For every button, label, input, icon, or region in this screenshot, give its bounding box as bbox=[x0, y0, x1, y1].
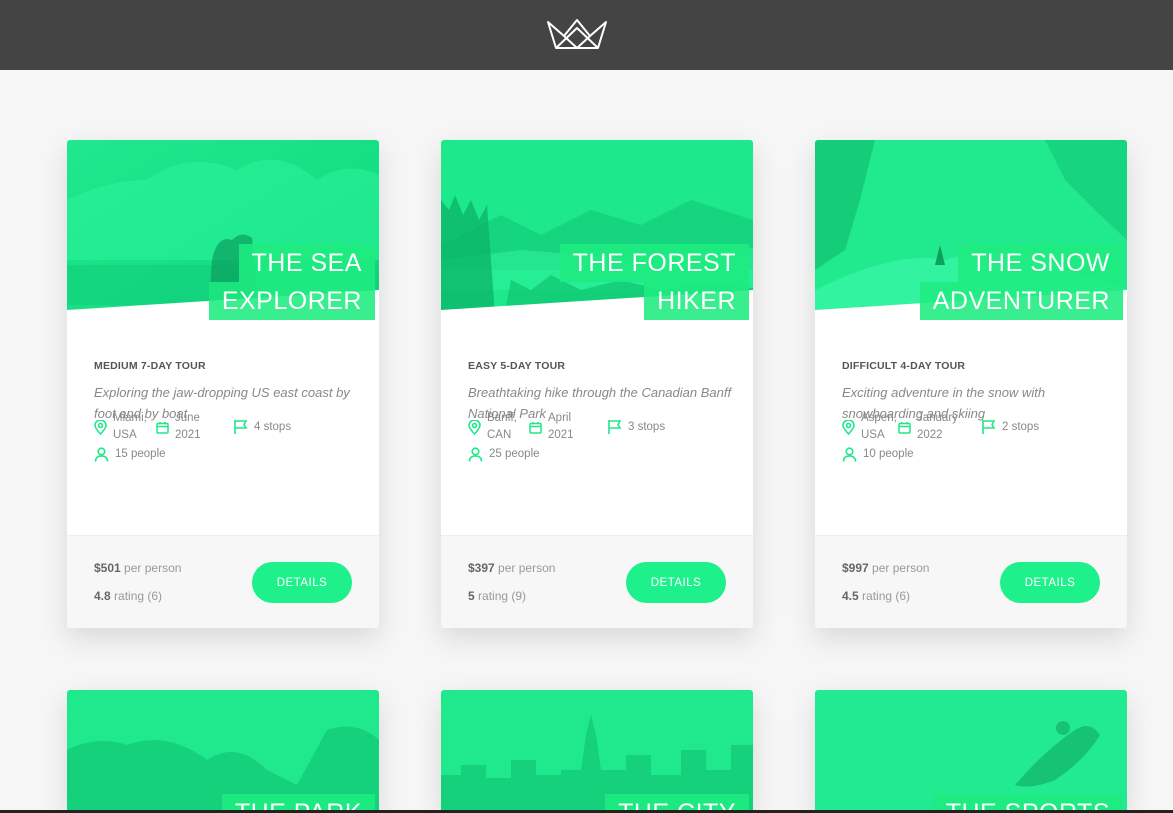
people-info: 15 people bbox=[94, 446, 166, 463]
group-size: 25 people bbox=[489, 448, 540, 460]
location-country: USA bbox=[113, 429, 137, 441]
map-pin-icon bbox=[468, 419, 481, 435]
card-details: DIFFICULT 4-DAY TOUR Exciting adventure … bbox=[815, 330, 1127, 535]
tour-image: THE SEA EXPLORER bbox=[67, 140, 379, 330]
rating: 4.5 rating (6) bbox=[842, 589, 910, 603]
tour-image: THE FOREST HIKER bbox=[441, 140, 753, 330]
date-year: 2022 bbox=[917, 429, 943, 441]
details-button[interactable]: DETAILS bbox=[1000, 562, 1100, 603]
user-icon bbox=[842, 447, 857, 462]
tour-difficulty-duration: EASY 5-DAY TOUR bbox=[468, 360, 566, 372]
rating-value: 4.5 bbox=[842, 589, 859, 603]
people-info: 10 people bbox=[842, 446, 914, 463]
card-details: EASY 5-DAY TOUR Breathtaking hike throug… bbox=[441, 330, 753, 535]
location-city: Banff, bbox=[487, 412, 517, 424]
date-info: January 2022 bbox=[898, 410, 958, 444]
tour-difficulty-duration: MEDIUM 7-DAY TOUR bbox=[94, 360, 206, 372]
tour-image: THE SPORTS bbox=[815, 690, 1127, 813]
tour-title-line2: EXPLORER bbox=[208, 282, 375, 320]
top-header bbox=[0, 0, 1173, 70]
calendar-icon bbox=[898, 421, 911, 434]
price-unit: per person bbox=[124, 561, 182, 575]
tour-title: THE FOREST HIKER bbox=[559, 244, 749, 320]
tour-card-sports: THE SPORTS bbox=[815, 690, 1127, 813]
flag-icon bbox=[982, 420, 996, 434]
stops-info: 4 stops bbox=[233, 410, 291, 444]
date-info: April 2021 bbox=[529, 410, 574, 444]
crown-logo-icon[interactable] bbox=[546, 18, 608, 52]
tour-title: THE SNOW ADVENTURER bbox=[919, 244, 1123, 320]
flag-icon bbox=[608, 420, 622, 434]
stops-count: 3 stops bbox=[628, 420, 666, 433]
rating: 5 rating (9) bbox=[468, 589, 526, 603]
stops-info: 3 stops bbox=[607, 410, 665, 444]
location-info: Miami, USA bbox=[94, 410, 147, 444]
stops-count: 2 stops bbox=[1002, 420, 1040, 433]
tour-image: THE CITY bbox=[441, 690, 753, 813]
price: $997 per person bbox=[842, 561, 929, 575]
details-button[interactable]: DETAILS bbox=[252, 562, 352, 603]
date-info: June 2021 bbox=[156, 410, 201, 444]
location-info: Aspen, USA bbox=[842, 410, 897, 444]
tour-card-park: THE PARK bbox=[67, 690, 379, 813]
rating: 4.8 rating (6) bbox=[94, 589, 162, 603]
tour-image: THE SNOW ADVENTURER bbox=[815, 140, 1127, 330]
date-month: June bbox=[175, 412, 200, 424]
card-footer: $397 per person 5 rating (9) DETAILS bbox=[441, 535, 753, 628]
map-pin-icon bbox=[94, 419, 107, 435]
rating-value: 5 bbox=[468, 589, 475, 603]
price-unit: per person bbox=[498, 561, 556, 575]
calendar-icon bbox=[156, 421, 169, 434]
date-month: January bbox=[917, 412, 958, 424]
tour-title-line2: HIKER bbox=[644, 282, 749, 320]
price: $397 per person bbox=[468, 561, 555, 575]
flag-icon bbox=[234, 420, 248, 434]
price-value: $397 bbox=[468, 561, 495, 575]
people-info: 25 people bbox=[468, 446, 540, 463]
card-details: MEDIUM 7-DAY TOUR Exploring the jaw-drop… bbox=[67, 330, 379, 535]
stops-count: 4 stops bbox=[254, 420, 292, 433]
rating-count: rating (6) bbox=[114, 589, 163, 603]
price-value: $501 bbox=[94, 561, 121, 575]
price-value: $997 bbox=[842, 561, 869, 575]
stops-info: 2 stops bbox=[981, 410, 1039, 444]
details-button[interactable]: DETAILS bbox=[626, 562, 726, 603]
date-year: 2021 bbox=[175, 429, 201, 441]
tour-image: THE PARK bbox=[67, 690, 379, 813]
tour-card-snow-adventurer: THE SNOW ADVENTURER DIFFICULT 4-DAY TOUR… bbox=[815, 140, 1127, 628]
tour-title-line1: THE FOREST bbox=[559, 244, 749, 282]
tour-title-line1: THE SEA bbox=[238, 244, 375, 282]
price-unit: per person bbox=[872, 561, 930, 575]
map-pin-icon bbox=[842, 419, 855, 435]
rating-count: rating (9) bbox=[478, 589, 527, 603]
tour-title-line1: THE SNOW bbox=[958, 244, 1123, 282]
rating-value: 4.8 bbox=[94, 589, 111, 603]
tour-title-line2: ADVENTURER bbox=[919, 282, 1123, 320]
tour-card-sea-explorer: THE SEA EXPLORER MEDIUM 7-DAY TOUR Explo… bbox=[67, 140, 379, 628]
tour-difficulty-duration: DIFFICULT 4-DAY TOUR bbox=[842, 360, 966, 372]
location-city: Aspen, bbox=[861, 412, 897, 424]
tour-card-city: THE CITY bbox=[441, 690, 753, 813]
location-country: USA bbox=[861, 429, 885, 441]
group-size: 15 people bbox=[115, 448, 166, 460]
tour-card-forest-hiker: THE FOREST HIKER EASY 5-DAY TOUR Breatht… bbox=[441, 140, 753, 628]
calendar-icon bbox=[529, 421, 542, 434]
card-footer: $997 per person 4.5 rating (6) DETAILS bbox=[815, 535, 1127, 628]
card-footer: $501 per person 4.8 rating (6) DETAILS bbox=[67, 535, 379, 628]
tour-title: THE SEA EXPLORER bbox=[208, 244, 375, 320]
date-month: April bbox=[548, 412, 572, 424]
location-city: Miami, bbox=[113, 412, 147, 424]
date-year: 2021 bbox=[548, 429, 574, 441]
group-size: 10 people bbox=[863, 448, 914, 460]
rating-count: rating (6) bbox=[862, 589, 911, 603]
location-country: CAN bbox=[487, 429, 512, 441]
location-info: Banff, CAN bbox=[468, 410, 517, 444]
price: $501 per person bbox=[94, 561, 181, 575]
user-icon bbox=[94, 447, 109, 462]
user-icon bbox=[468, 447, 483, 462]
